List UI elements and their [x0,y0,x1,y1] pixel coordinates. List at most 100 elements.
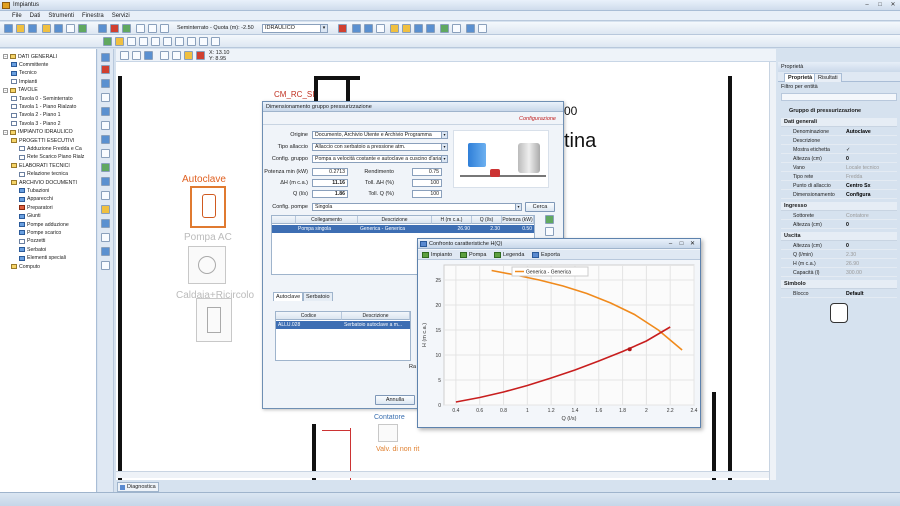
tree-item[interactable]: − IMPIANTO IDRAULICO [3,129,73,136]
tab-autoclave[interactable]: Autoclave [273,292,304,301]
folder-icon[interactable] [16,24,25,33]
tipo-select[interactable]: Allaccio con serbatoio a pressione atm. ▾ [312,143,448,151]
options-icon[interactable] [466,24,475,33]
property-row[interactable]: Tipo rete Fredda [781,173,897,181]
meter-symbol[interactable] [378,424,398,442]
tab-proprieta[interactable]: Proprietà [784,73,817,82]
boiler-symbol[interactable] [196,298,232,342]
open-icon[interactable] [42,24,51,33]
faucet-icon[interactable] [101,79,110,88]
align-icon[interactable] [163,37,172,46]
tree-item[interactable]: Impianti [11,78,37,85]
property-row[interactable]: Altezza (cm) 0 [781,242,897,250]
reducer-icon[interactable] [101,149,110,158]
tree-item[interactable]: Tavola 2 - Piano 1 [11,112,61,119]
settings-gear-icon[interactable] [184,51,193,60]
fixture-tool-icon[interactable] [402,24,411,33]
vent-icon[interactable] [101,247,110,256]
tree-item[interactable]: Pozzetti [19,238,45,245]
ortho-icon[interactable] [160,51,169,60]
property-section[interactable]: Simbolo [781,280,897,289]
tree-item[interactable]: Tavola 3 - Piano 2 [11,120,61,127]
tank-tool-icon[interactable] [426,24,435,33]
valve-icon[interactable] [101,107,110,116]
print-icon[interactable] [545,227,554,236]
property-row[interactable]: Sottorete Contatore [781,212,897,220]
menu-strumenti[interactable]: Strumenti [48,13,74,19]
pump-symbol[interactable] [188,246,226,284]
autoclave-symbol[interactable] [190,186,226,228]
pipe-tool-icon[interactable] [390,24,399,33]
tee-icon[interactable] [101,121,110,130]
zoom-icon[interactable] [352,24,361,33]
zoom-out-icon[interactable] [132,51,141,60]
undo-icon[interactable] [136,24,145,33]
special-icon[interactable] [101,261,110,270]
collapse-icon[interactable]: − [3,87,8,93]
property-row[interactable]: H (m c.a.) 26.90 [781,260,897,268]
pan-icon[interactable] [376,24,385,33]
plant-combo[interactable]: IDRAULICO ▾ [262,24,328,33]
snap-icon[interactable] [172,51,181,60]
move-icon[interactable] [115,37,124,46]
config-select[interactable]: Pompa a velocità costante e autoclave a … [312,155,448,163]
tab-serbatoio[interactable]: Serbatoio [303,292,333,301]
bend-icon[interactable] [101,135,110,144]
menu-finestra[interactable]: Finestra [82,13,104,19]
tree-item[interactable]: Rete Scarico Piano Rialz [19,154,84,161]
settings-icon[interactable] [478,24,487,33]
property-row[interactable]: Vano Locale tecnico [781,164,897,172]
tree-item[interactable]: Pompe scarico [19,229,61,236]
measure-icon[interactable] [175,37,184,46]
tree-item[interactable]: ELABORATI TECNICI [11,162,70,169]
minimize-icon[interactable]: ‒ [666,240,675,248]
add-icon[interactable] [122,24,131,33]
tree-item[interactable]: − TAVOLE [3,87,38,94]
layers-icon[interactable] [98,24,107,33]
confirm-icon[interactable] [545,215,554,224]
close-icon[interactable]: ✕ [688,240,697,248]
origine-select[interactable]: Documento, Archivio Utente e Archivio Pr… [312,131,448,139]
close-icon[interactable]: ✕ [888,1,898,9]
hatch-icon[interactable] [211,37,220,46]
drain-icon[interactable] [101,233,110,242]
property-row[interactable]: Altezza (cm) 0 [781,221,897,229]
tree-item[interactable]: Giunti [19,213,41,220]
property-section[interactable]: Ingresso [781,202,897,211]
tree-item[interactable]: Apparecchi [19,196,53,203]
meter-icon[interactable] [101,163,110,172]
legenda-toggle[interactable]: Legenda [494,251,524,259]
diagnostica-tab[interactable]: Diagnostica [117,482,159,492]
annulla-button[interactable]: Annulla [375,395,415,405]
tree-item[interactable]: Pompe adduzione [19,221,69,228]
property-row[interactable]: Punto di allaccio Centro Sx [781,182,897,190]
tree-item[interactable]: Tecnico [11,70,37,77]
collapse-icon[interactable]: − [3,129,8,135]
cerca-button[interactable]: Cerca [525,202,555,212]
potenza-field[interactable]: 0.2713 [312,168,348,176]
zoom-in-icon[interactable] [120,51,129,60]
report-icon[interactable] [452,24,461,33]
manhole-icon[interactable] [101,219,110,228]
tolq-field[interactable]: 100 [412,190,442,198]
tree-item[interactable]: Serbatoi [19,246,46,253]
configp-select[interactable]: Singola ▾ [312,203,522,211]
copy-icon[interactable] [127,37,136,46]
maximize-icon[interactable]: □ [677,240,686,248]
collapse-icon[interactable]: − [3,54,8,59]
pompa-toggle[interactable]: Pompa [460,251,486,259]
pump-icon[interactable] [101,177,110,186]
property-row[interactable]: Capacità (l) 300.00 [781,269,897,277]
tab-risultati[interactable]: Risultati [814,73,842,82]
dimension-icon[interactable] [199,37,208,46]
table-row[interactable]: ALLU.028 Serbatoio autoclave a m... [276,321,410,329]
rotate-icon[interactable] [139,37,148,46]
tree-item[interactable]: Tubazioni [19,187,49,194]
layer-icon[interactable] [101,53,110,62]
pin-icon[interactable] [196,51,205,60]
tree-item[interactable]: PROGETTI ESECUTIVI [11,137,74,144]
dh-field[interactable]: 11.16 [312,179,348,187]
q-field[interactable]: 1.86 [312,190,348,198]
menu-file[interactable]: File [12,13,22,19]
esporta-button[interactable]: Esporta [532,251,560,259]
